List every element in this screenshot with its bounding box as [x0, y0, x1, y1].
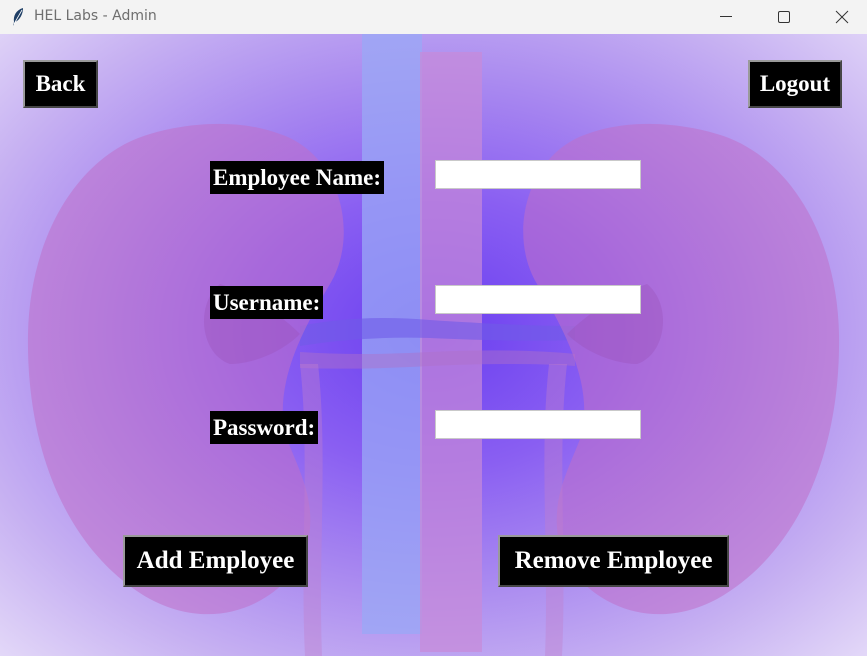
- maximize-icon: [778, 11, 790, 23]
- employee-name-input[interactable]: [435, 160, 641, 189]
- add-employee-button[interactable]: Add Employee: [123, 535, 308, 587]
- window-title: HEL Labs - Admin: [34, 8, 157, 24]
- back-button[interactable]: Back: [23, 60, 98, 108]
- maximize-button[interactable]: [755, 0, 813, 34]
- minimize-icon: [720, 16, 732, 17]
- feather-icon: [10, 7, 26, 27]
- remove-employee-button[interactable]: Remove Employee: [498, 535, 729, 587]
- title-bar: HEL Labs - Admin: [0, 0, 867, 34]
- close-icon: [835, 10, 849, 24]
- close-button[interactable]: [813, 0, 867, 34]
- admin-panel: Back Logout Employee Name: Username: Pas…: [0, 34, 867, 656]
- password-label: Password:: [210, 411, 319, 444]
- username-label: Username:: [210, 286, 324, 319]
- logout-button[interactable]: Logout: [748, 60, 842, 108]
- password-input[interactable]: [435, 410, 641, 439]
- employee-name-label: Employee Name:: [210, 161, 384, 194]
- minimize-button[interactable]: [697, 0, 755, 34]
- username-input[interactable]: [435, 285, 641, 314]
